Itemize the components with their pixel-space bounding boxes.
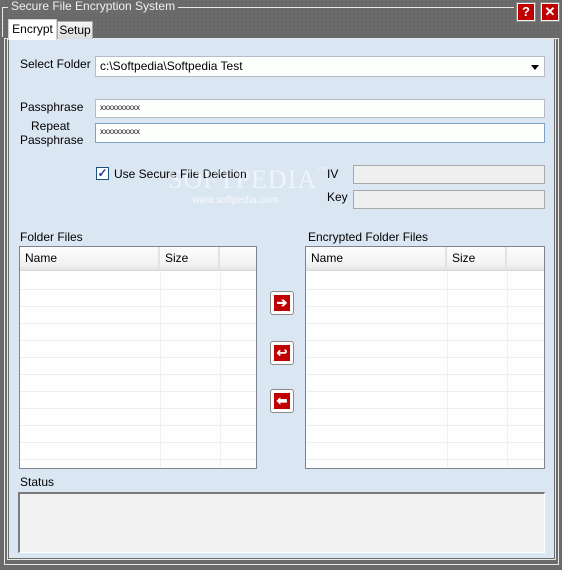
close-button[interactable]: ✕ — [541, 3, 559, 21]
passphrase-label: Passphrase — [20, 100, 84, 114]
window-title: Secure File Encryption System — [8, 0, 179, 14]
select-folder-label: Select Folder — [20, 57, 91, 71]
help-button[interactable]: ? — [517, 3, 535, 21]
folder-files-header: Name Size — [20, 247, 256, 271]
column-header-name[interactable]: Name — [306, 247, 447, 270]
column-header-name[interactable]: Name — [20, 247, 160, 270]
grid-row-line — [306, 306, 544, 307]
grid-row-line — [306, 425, 544, 426]
passphrase-input[interactable]: xxxxxxxxxx — [95, 99, 545, 118]
encrypted-files-list[interactable]: Name Size — [305, 246, 545, 469]
encrypt-button[interactable]: ➔ — [270, 291, 294, 315]
grid-column-line — [507, 271, 508, 468]
title-divider-tick — [2, 7, 3, 37]
encrypted-files-label: Encrypted Folder Files — [308, 230, 429, 244]
status-box — [18, 492, 545, 553]
chevron-down-icon[interactable] — [531, 65, 539, 70]
grid-row-line — [306, 323, 544, 324]
grid-column-line — [447, 271, 448, 468]
checkmark-icon: ✓ — [97, 166, 108, 180]
grid-row-line — [306, 442, 544, 443]
iv-label: IV — [327, 167, 339, 181]
grid-row-line — [306, 391, 544, 392]
encrypted-files-header: Name Size — [306, 247, 544, 271]
column-header-size[interactable]: Size — [447, 247, 507, 270]
grid-column-line — [220, 271, 221, 468]
grid-row-line — [306, 408, 544, 409]
repeat-label-line1: Repeat — [31, 119, 70, 133]
repeat-label-line2: Passphrase — [20, 133, 84, 147]
decrypt-button[interactable]: ⬅ — [270, 389, 294, 413]
grid-row-line — [306, 340, 544, 341]
select-folder-value: c:\Softpedia\Softpedia Test — [100, 59, 243, 73]
grid-row-line — [306, 357, 544, 358]
arrow-right-icon: ➔ — [274, 295, 290, 311]
grid-row-line — [306, 374, 544, 375]
watermark-url: www.softpedia.com — [192, 195, 279, 206]
help-icon: ? — [522, 4, 530, 19]
tab-encrypt[interactable]: Encrypt — [8, 19, 57, 40]
key-field — [353, 190, 545, 209]
grid-column-line — [160, 271, 161, 468]
repeat-passphrase-input[interactable]: xxxxxxxxxx — [95, 123, 545, 143]
select-folder-dropdown[interactable]: c:\Softpedia\Softpedia Test — [95, 56, 545, 77]
return-arrow-icon: ↩ — [274, 345, 290, 361]
grid-row-line — [306, 459, 544, 460]
status-label: Status — [20, 475, 55, 489]
folder-files-label: Folder Files — [20, 230, 83, 244]
refresh-button[interactable]: ↩ — [270, 341, 294, 365]
grid-row-line — [306, 289, 544, 290]
column-header-size[interactable]: Size — [160, 247, 220, 270]
secure-delete-checkbox[interactable]: ✓ — [96, 167, 109, 180]
tab-setup[interactable]: Setup — [57, 21, 93, 39]
softpedia-watermark: SOFTPEDIA™ — [168, 165, 327, 194]
iv-field — [353, 165, 545, 184]
close-icon: ✕ — [544, 4, 556, 19]
folder-files-list[interactable]: Name Size — [19, 246, 257, 469]
key-label: Key — [327, 190, 348, 204]
arrow-left-icon: ⬅ — [274, 393, 290, 409]
